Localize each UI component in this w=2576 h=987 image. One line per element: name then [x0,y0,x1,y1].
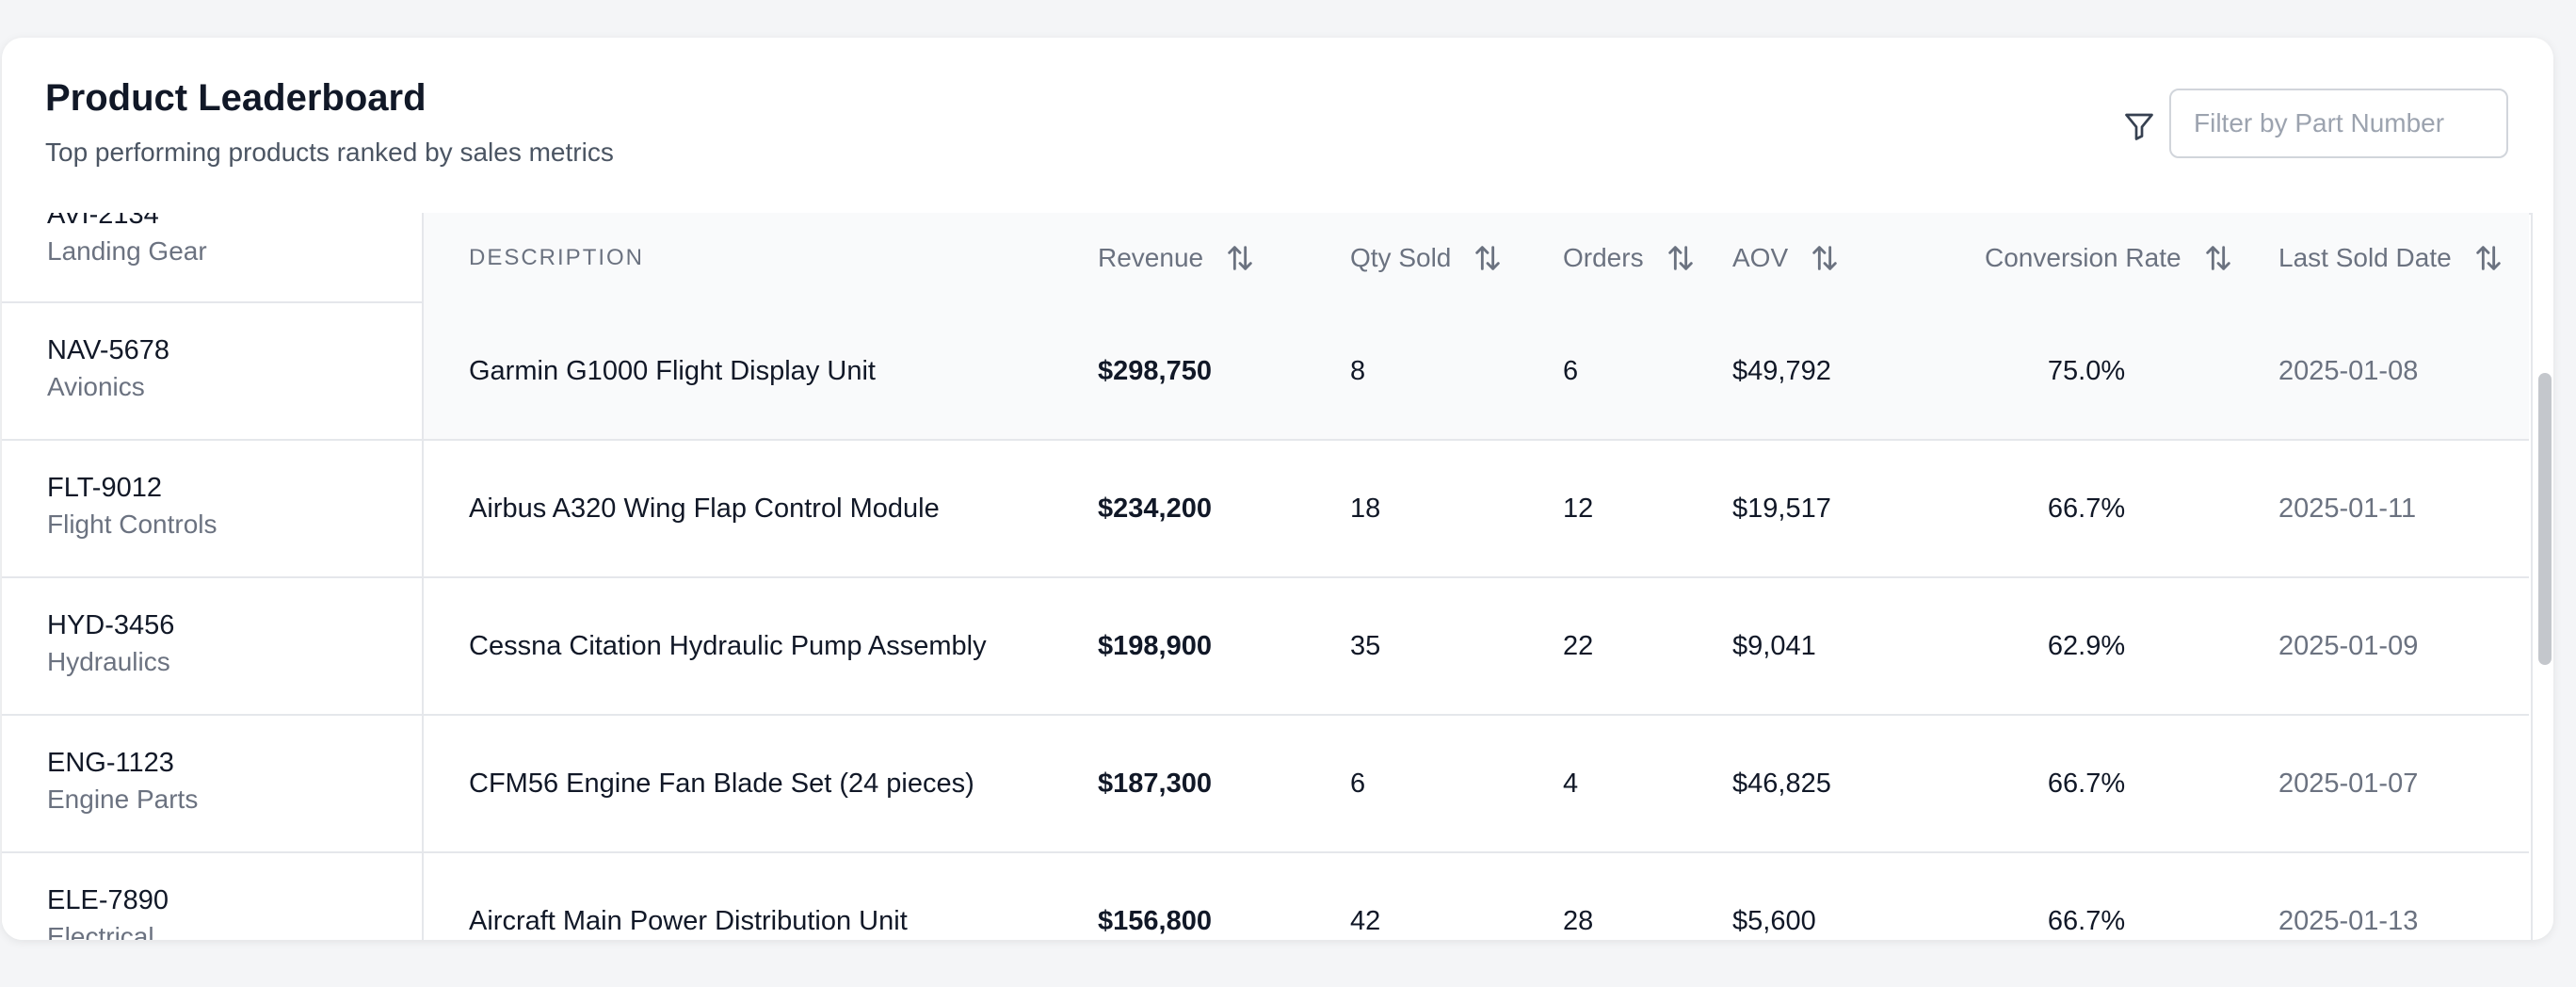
cell-last-sold-date: 2025-01-08 [2278,356,2419,386]
cell-conversion-rate: 66.7% [2047,769,2126,799]
cell-conversion-rate: 62.9% [2047,631,2126,661]
cell-qty-sold: 18 [1350,494,1381,524]
column-header-last-sold-date[interactable]: Last Sold Date [2278,213,2504,303]
vertical-scrollbar[interactable] [2531,213,2553,940]
column-header-revenue-label: Revenue [1098,243,1204,272]
column-header-revenue[interactable]: Revenue [1098,213,1256,303]
table-header-row: DESCRIPTION Revenue Qty Sold Orders AOV … [424,213,2529,305]
column-header-qty-sold[interactable]: Qty Sold [1350,213,1504,303]
column-header-conversion-rate[interactable]: Conversion Rate [1985,213,2234,303]
page-title: Product Leaderboard [45,77,427,119]
sort-icon[interactable] [1809,242,1841,274]
part-number: FLT-9012 [47,473,162,503]
column-header-aov[interactable]: AOV [1732,213,1841,303]
leaderboard-card: Product Leaderboard Top performing produ… [2,38,2553,940]
cell-revenue: $187,300 [1098,769,1212,799]
column-header-orders[interactable]: Orders [1563,213,1697,303]
part-number: ENG-1123 [47,748,174,778]
sticky-part-number-column: AVI-2134 Landing Gear NAV-5678 Avionics … [2,213,424,940]
column-header-aov-label: AOV [1732,243,1789,272]
cell-conversion-rate: 75.0% [2047,356,2126,386]
sticky-cell[interactable]: FLT-9012 Flight Controls [2,441,422,578]
cell-qty-sold: 8 [1350,356,1366,386]
sort-icon[interactable] [2202,242,2234,274]
cell-aov: $46,825 [1732,769,1831,799]
cell-qty-sold: 35 [1350,631,1381,661]
cell-orders: 6 [1563,356,1579,386]
cell-orders: 12 [1563,494,1594,524]
cell-qty-sold: 42 [1350,906,1381,936]
table-row[interactable]: Aircraft Main Power Distribution Unit $1… [424,853,2529,940]
filter-icon[interactable] [2122,109,2156,143]
table-row[interactable]: Cessna Citation Hydraulic Pump Assembly … [424,578,2529,716]
sticky-cell[interactable]: NAV-5678 Avionics [2,303,422,441]
part-category: Electrical [47,922,154,940]
cell-conversion-rate: 66.7% [2047,494,2126,524]
cell-qty-sold: 6 [1350,769,1366,799]
part-number: ELE-7890 [47,885,169,915]
sort-icon[interactable] [1224,242,1256,274]
cell-last-sold-date: 2025-01-09 [2278,631,2419,661]
cell-description: Airbus A320 Wing Flap Control Module [469,494,940,524]
cell-aov: $5,600 [1732,906,1816,936]
part-category: Hydraulics [47,647,170,676]
part-category: Landing Gear [47,236,207,266]
cell-orders: 4 [1563,769,1579,799]
column-header-description: DESCRIPTION [469,245,645,270]
part-number: AVI-2134 [47,213,159,230]
leaderboard-table[interactable]: DESCRIPTION Revenue Qty Sold Orders AOV … [2,213,2529,940]
sort-icon[interactable] [1665,242,1697,274]
column-header-qty-sold-label: Qty Sold [1350,243,1452,272]
page-subtitle: Top performing products ranked by sales … [45,138,614,167]
part-category: Engine Parts [47,785,199,814]
cell-last-sold-date: 2025-01-13 [2278,906,2419,936]
column-header-orders-label: Orders [1563,243,1644,272]
cell-aov: $49,792 [1732,356,1831,386]
part-category: Avionics [47,372,145,401]
table-main-columns: DESCRIPTION Revenue Qty Sold Orders AOV … [424,213,2529,940]
part-number-filter-input[interactable] [2169,89,2508,158]
part-category: Flight Controls [47,510,217,539]
table-row[interactable]: Garmin G1000 Flight Display Unit $298,75… [424,303,2529,441]
cell-last-sold-date: 2025-01-07 [2278,769,2419,799]
cell-orders: 22 [1563,631,1594,661]
cell-aov: $9,041 [1732,631,1816,661]
part-number: HYD-3456 [47,610,175,640]
cell-description: Cessna Citation Hydraulic Pump Assembly [469,631,987,661]
cell-conversion-rate: 66.7% [2047,906,2126,936]
cell-aov: $19,517 [1732,494,1831,524]
sticky-cell[interactable]: ENG-1123 Engine Parts [2,716,422,853]
cell-description: Aircraft Main Power Distribution Unit [469,906,908,936]
cell-revenue: $198,900 [1098,631,1212,661]
column-header-last-sold-date-label: Last Sold Date [2278,243,2452,272]
cell-orders: 28 [1563,906,1594,936]
cell-last-sold-date: 2025-01-11 [2278,494,2417,524]
card-header: Product Leaderboard Top performing produ… [2,38,2553,215]
sticky-cell[interactable]: ELE-7890 Electrical [2,853,422,940]
cell-revenue: $234,200 [1098,494,1212,524]
cell-revenue: $156,800 [1098,906,1212,936]
part-number: NAV-5678 [47,335,170,365]
sticky-cell-partial[interactable]: AVI-2134 Landing Gear [2,213,422,303]
scrollbar-thumb[interactable] [2538,373,2552,665]
sort-icon[interactable] [2472,242,2504,274]
cell-description: Garmin G1000 Flight Display Unit [469,356,876,386]
cell-revenue: $298,750 [1098,356,1212,386]
table-row[interactable]: CFM56 Engine Fan Blade Set (24 pieces) $… [424,716,2529,853]
table-row[interactable]: Airbus A320 Wing Flap Control Module $23… [424,441,2529,578]
sort-icon[interactable] [1472,242,1504,274]
sticky-cell[interactable]: HYD-3456 Hydraulics [2,578,422,716]
column-header-conversion-rate-label: Conversion Rate [1985,243,2182,272]
cell-description: CFM56 Engine Fan Blade Set (24 pieces) [469,769,974,799]
